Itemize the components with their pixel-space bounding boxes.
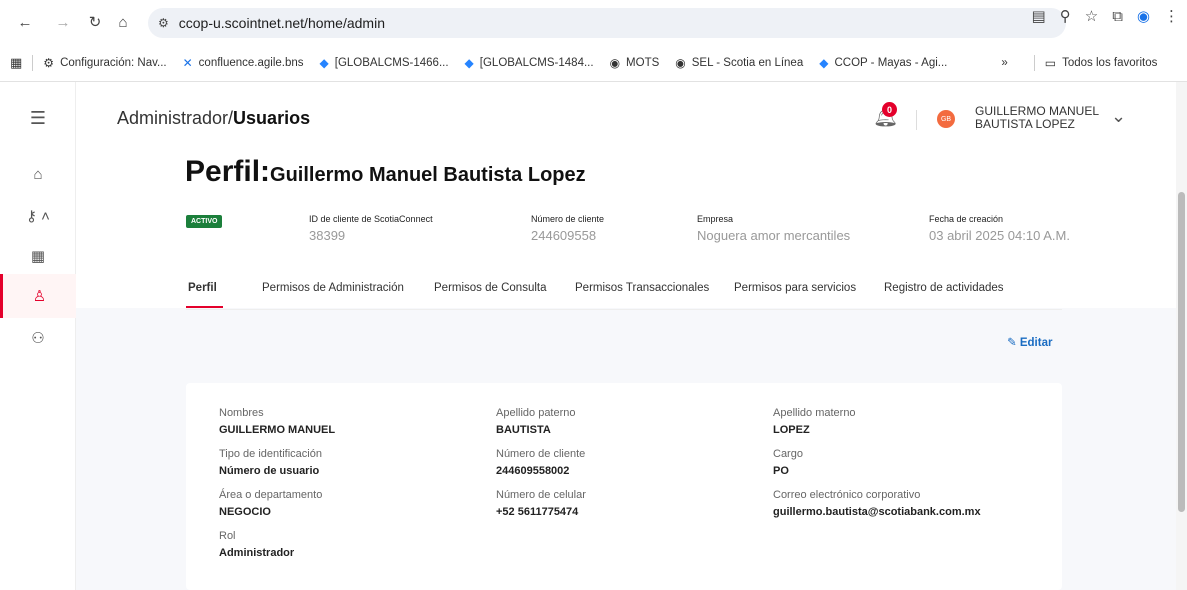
more-bookmarks-icon[interactable]: » — [1001, 57, 1007, 69]
apps-icon[interactable]: ▦ — [10, 55, 22, 71]
confluence-icon: ✕ — [182, 55, 193, 70]
tab-registro-actividades[interactable]: Registro de actividades — [884, 282, 1004, 306]
browser-toolbar: ← → ↻ ⌂ ⚙ ccop-u.scointnet.net/home/admi… — [0, 0, 1187, 44]
field-rol: Rol Administrador — [219, 530, 295, 559]
home-icon[interactable]: ⌂ — [112, 11, 134, 33]
gear-icon: ⚙ — [43, 55, 55, 70]
field-correo: Correo electrónico corporativo guillermo.… — [773, 489, 981, 518]
tab-permisos-consulta[interactable]: Permisos de Consulta — [434, 282, 547, 306]
tab-permisos-transaccionales[interactable]: Permisos Transaccionales — [575, 282, 709, 306]
bookmark-item[interactable]: ✕ confluence.agile.bns — [183, 56, 304, 70]
bookmark-item[interactable]: ◆ CCOP - Mayas - Agi... — [819, 56, 947, 70]
field-numero-cliente: Número de cliente 244609558002 — [496, 448, 586, 477]
meta-company: Empresa Noguera amor mercantiles — [697, 214, 851, 243]
scrollbar[interactable] — [1176, 82, 1187, 590]
edit-button[interactable]: ✎ Editar — [1007, 335, 1052, 349]
sidebar-item-users[interactable]: ♙ — [0, 274, 76, 318]
field-nombres: Nombres GUILLERMO MANUEL — [219, 407, 336, 436]
status-badge: ACTIVO — [186, 215, 223, 228]
tab-bar: Perfil Permisos de Administración Permis… — [186, 282, 1062, 310]
sidebar-item-keys[interactable]: ⚷ ˄ — [0, 194, 76, 238]
bookmark-item[interactable]: ⚙ Configuración: Nav... — [43, 56, 166, 70]
app: ☰ ⌂ ⚷ ˄ ▦ ♙ ⚇ Administrador/Usuarios 🔔︎ … — [0, 82, 1187, 590]
bookmark-item[interactable]: ◉ SEL - Scotia en Línea — [675, 56, 803, 70]
field-apellido-materno: Apellido materno LOPEZ — [773, 407, 856, 436]
globe-icon: ◉ — [609, 55, 621, 70]
jira-icon: ◆ — [319, 55, 329, 70]
key-icon: ⚷ ˄ — [26, 208, 50, 225]
meta-client-id: ID de cliente de ScotiaConnect 38399 — [309, 214, 433, 243]
app-header: Administrador/Usuarios 🔔︎ 0 GB GUILLERMO… — [76, 82, 1176, 154]
breadcrumb: Administrador/Usuarios — [117, 108, 311, 128]
extensions-icon[interactable]: ⧉ — [1112, 8, 1123, 25]
menu-toggle[interactable]: ☰ — [0, 96, 76, 140]
bookmark-item[interactable]: ◆ [GLOBALCMS-1484... — [465, 56, 594, 70]
user-name[interactable]: GUILLERMO MANUEL BAUTISTA LOPEZ — [975, 105, 1105, 131]
store-icon: ▦ — [30, 248, 46, 265]
tab-perfil[interactable]: Perfil — [186, 282, 223, 308]
group-icon: ⚇ — [31, 330, 45, 347]
reload-icon[interactable]: ↻ — [84, 11, 106, 33]
tab-permisos-administracion[interactable]: Permisos de Administración — [262, 282, 404, 306]
star-icon[interactable]: ☆ — [1085, 7, 1098, 25]
translate-icon[interactable]: ▤ — [1032, 7, 1046, 25]
address-bar[interactable]: ⚙ ccop-u.scointnet.net/home/admin — [148, 8, 1066, 38]
scrollbar-thumb[interactable] — [1178, 192, 1185, 512]
sidebar-item-store[interactable]: ▦ — [0, 234, 76, 278]
notification-badge: 0 — [882, 102, 897, 117]
page-title: Perfil:Guillermo Manuel Bautista Lopez — [185, 155, 586, 188]
zoom-icon[interactable]: ⚲ — [1060, 7, 1071, 25]
sidebar-item-groups[interactable]: ⚇ — [0, 316, 76, 360]
field-apellido-paterno: Apellido paterno BAUTISTA — [496, 407, 576, 436]
hamburger-icon: ☰ — [29, 107, 47, 128]
meta-created-date: Fecha de creación 03 abril 2025 04:10 A.M… — [929, 214, 1070, 243]
pencil-icon: ✎ — [1007, 337, 1020, 349]
bookmark-item[interactable]: ◉ MOTS — [610, 56, 660, 70]
menu-icon[interactable]: ⋮ — [1164, 7, 1179, 25]
jira-icon: ◆ — [819, 55, 829, 70]
bookmarks-bar: ▦ ⚙ Configuración: Nav... ✕ confluence.agi… — [0, 44, 1187, 82]
bookmark-item[interactable]: ◆ [GLOBALCMS-1466... — [320, 56, 449, 70]
jira-icon: ◆ — [464, 55, 474, 70]
site-info-icon[interactable]: ⚙ — [158, 16, 169, 30]
sidebar-item-home[interactable]: ⌂ — [0, 152, 76, 196]
globe-icon: ◉ — [675, 55, 686, 70]
tab-permisos-servicios[interactable]: Permisos para servicios — [734, 282, 856, 306]
sidebar: ☰ ⌂ ⚷ ˄ ▦ ♙ ⚇ — [0, 82, 76, 590]
forward-icon[interactable]: → — [52, 11, 74, 33]
field-cargo: Cargo PO — [773, 448, 803, 477]
profile-icon[interactable]: ◉ — [1137, 7, 1150, 25]
field-tipo-identificacion: Tipo de identificación Número de usuario — [219, 448, 322, 477]
folder-icon: ▭ — [1044, 55, 1057, 70]
back-icon[interactable]: ← — [14, 11, 36, 33]
profile-card: Nombres GUILLERMO MANUEL Apellido paterno… — [186, 383, 1062, 590]
field-celular: Número de celular +52 5611775474 — [496, 489, 586, 518]
chevron-down-icon[interactable]: ⌄ — [1111, 106, 1126, 127]
meta-client-number: Número de cliente 244609558 — [531, 214, 605, 243]
avatar[interactable]: GB — [937, 110, 955, 128]
url-text: ccop-u.scointnet.net/home/admin — [178, 15, 385, 31]
user-icon: ♙ — [32, 288, 47, 305]
field-area: Área o departamento NEGOCIO — [219, 489, 323, 518]
home-icon: ⌂ — [33, 165, 43, 183]
all-bookmarks[interactable]: ▭ Todos los favoritos — [1045, 56, 1158, 70]
